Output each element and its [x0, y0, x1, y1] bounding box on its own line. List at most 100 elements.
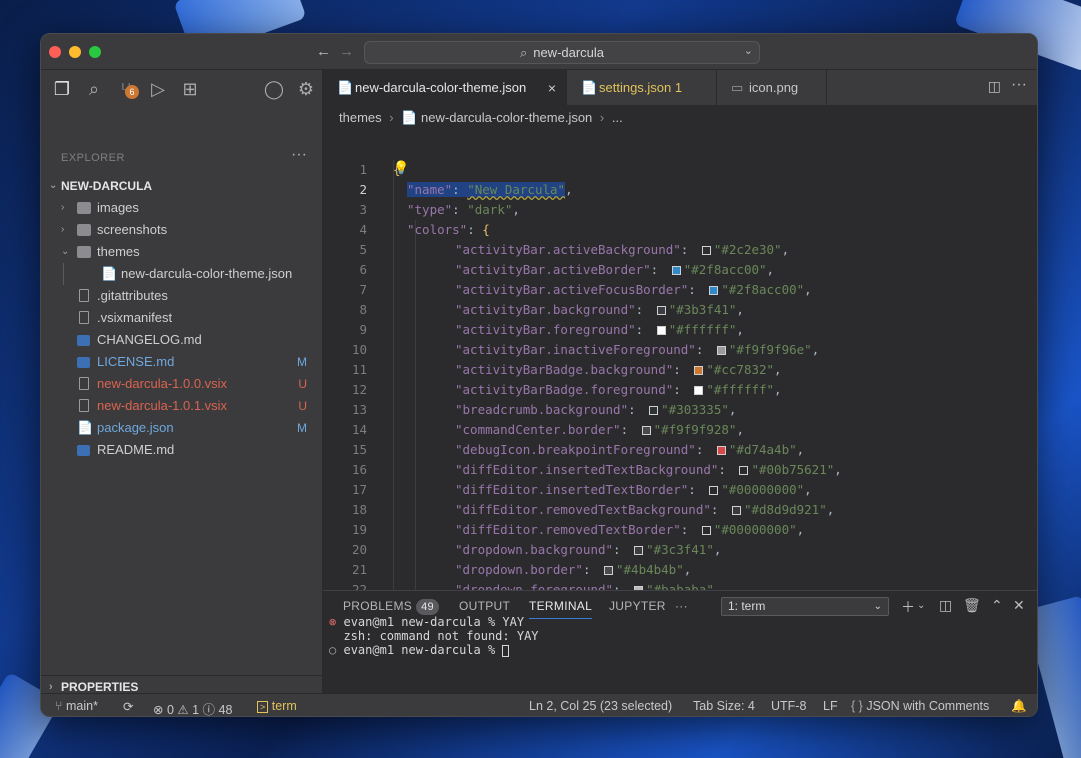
color-swatch[interactable]: [731, 506, 741, 515]
tree-item-vsix-100[interactable]: new-darcula-1.0.0.vsix U: [41, 373, 323, 395]
tree-item-readme[interactable]: README.md: [41, 439, 323, 461]
chevron-right-icon: ›: [61, 224, 65, 235]
properties-section[interactable]: › PROPERTIES: [41, 675, 323, 695]
breadcrumb-file[interactable]: new-darcula-color-theme.json: [421, 110, 592, 125]
color-swatch[interactable]: [709, 486, 719, 495]
tab-icon-png[interactable]: ▭ icon.png: [717, 70, 827, 106]
color-swatch[interactable]: [709, 286, 719, 295]
sync-icon[interactable]: ⟳: [123, 699, 133, 714]
chevron-down-icon: ⌄: [873, 601, 882, 612]
code-editor[interactable]: 1{2 "name": "New Darcula", 3 "type": "dark"…: [323, 160, 1037, 620]
color-swatch[interactable]: [716, 446, 726, 455]
color-swatch[interactable]: [694, 386, 704, 395]
panel-more-icon[interactable]: ···: [675, 599, 688, 613]
add-terminal-icon[interactable]: ＋: [901, 597, 915, 617]
color-swatch[interactable]: [634, 546, 644, 555]
tree-root[interactable]: ⌄ NEW-DARCULA: [41, 175, 323, 197]
extensions-icon[interactable]: ⊞: [179, 78, 201, 100]
terminal-select[interactable]: 1: term ⌄: [721, 597, 889, 616]
chevron-down-icon[interactable]: ⌄: [744, 44, 753, 57]
color-swatch[interactable]: [739, 466, 749, 475]
code-text: "activityBarBadge.background": "#cc7832"…: [455, 362, 782, 377]
color-swatch[interactable]: [604, 566, 613, 575]
tree-item-changelog[interactable]: CHANGELOG.md: [41, 329, 323, 351]
lightbulb-icon[interactable]: 💡: [393, 160, 409, 176]
close-window-button[interactable]: [49, 46, 61, 58]
tab-color-theme-json[interactable]: 📄 new-darcula-color-theme.json ×: [323, 70, 567, 106]
tree-item-color-theme-json[interactable]: 📄 new-darcula-color-theme.json: [41, 263, 323, 285]
chevron-down-icon: ⌄: [49, 180, 58, 191]
tab-size[interactable]: Tab Size: 4: [693, 699, 755, 713]
maximize-window-button[interactable]: [89, 46, 101, 58]
color-swatch[interactable]: [701, 246, 711, 255]
color-swatch[interactable]: [656, 326, 666, 335]
line-number: 9: [359, 322, 367, 337]
breadcrumb: themes › 📄 new-darcula-color-theme.json …: [339, 110, 623, 126]
code-text: "debugIcon.breakpointForeground": "#d74a…: [455, 442, 805, 457]
tree-item-vsix-101[interactable]: new-darcula-1.0.1.vsix U: [41, 395, 323, 417]
branch-status[interactable]: ⑂ main*: [55, 699, 98, 713]
encoding[interactable]: UTF-8: [771, 699, 806, 713]
run-debug-icon[interactable]: ▷: [147, 78, 169, 100]
tree-item-license[interactable]: LICENSE.md M: [41, 351, 323, 373]
code-text: "activityBarBadge.foreground": "#ffffff"…: [455, 382, 782, 397]
json-file-icon: 📄: [77, 420, 94, 435]
color-swatch[interactable]: [649, 406, 659, 415]
color-swatch[interactable]: [671, 266, 681, 275]
tree-item-package-json[interactable]: 📄 package.json M: [41, 417, 323, 439]
error-icon: ⊗: [329, 615, 337, 629]
close-panel-icon[interactable]: ✕: [1013, 597, 1025, 614]
color-swatch[interactable]: [701, 526, 711, 535]
tab-output[interactable]: OUTPUT: [459, 599, 510, 613]
split-editor-icon[interactable]: ◫: [988, 78, 1001, 95]
tree-item-themes[interactable]: ⌄ themes: [41, 241, 323, 263]
tree-item-gitattributes[interactable]: .gitattributes: [41, 285, 323, 307]
bell-icon[interactable]: 🔔: [1011, 699, 1027, 714]
close-icon[interactable]: ×: [548, 70, 556, 106]
forward-arrow-icon[interactable]: →: [339, 43, 354, 60]
breadcrumb-symbol[interactable]: ...: [612, 110, 623, 125]
code-line: 17 "diffEditor.insertedTextBorder": "#000…: [323, 480, 1037, 500]
back-arrow-icon[interactable]: ←: [316, 43, 331, 60]
code-line: 14 "commandCenter.border": "#f9f9f928",: [323, 420, 1037, 440]
tab-jupyter[interactable]: JUPYTER: [609, 599, 666, 613]
tree-item-vsixmanifest[interactable]: .vsixmanifest: [41, 307, 323, 329]
trash-icon[interactable]: 🗑: [963, 597, 981, 614]
git-status-badge: M: [297, 355, 307, 369]
line-number: 4: [359, 222, 367, 237]
terminal-status[interactable]: > term: [257, 699, 297, 713]
explorer-icon[interactable]: ❐: [51, 78, 73, 100]
color-swatch[interactable]: [641, 426, 651, 435]
color-swatch[interactable]: [716, 346, 726, 355]
terminal-output[interactable]: ⊗ evan@m1 new-darcula % YAY zsh: command…: [329, 615, 539, 657]
split-terminal-icon[interactable]: ◫: [939, 597, 952, 614]
problems-status[interactable]: ⊗ 0 ⚠ 1 ⓘ 48: [153, 699, 232, 716]
color-swatch[interactable]: [694, 366, 704, 375]
tab-problems[interactable]: PROBLEMS 49: [343, 599, 439, 615]
search-icon[interactable]: ⌕: [83, 78, 105, 100]
problems-count-badge: 49: [416, 599, 439, 615]
cursor-position[interactable]: Ln 2, Col 25 (23 selected): [529, 699, 672, 713]
line-ending[interactable]: LF: [823, 699, 838, 713]
tab-settings-json[interactable]: 📄 settings.json 1: [567, 70, 717, 106]
markdown-icon: [77, 357, 90, 368]
tree-item-screenshots[interactable]: › screenshots: [41, 219, 323, 241]
tree-item-images[interactable]: › images: [41, 197, 323, 219]
language-mode[interactable]: { } JSON with Comments: [851, 699, 989, 713]
more-actions-icon[interactable]: ···: [291, 146, 307, 164]
code-text: "dropdown.background": "#3c3f41",: [455, 542, 722, 557]
command-center[interactable]: ⌕ new-darcula ⌄: [364, 41, 760, 64]
more-actions-icon[interactable]: ···: [1011, 76, 1027, 94]
json-file-icon: 📄: [337, 80, 354, 95]
maximize-panel-icon[interactable]: ⌃: [991, 597, 1003, 614]
minimize-window-button[interactable]: [69, 46, 81, 58]
git-status-badge: U: [298, 399, 307, 413]
color-swatch[interactable]: [656, 306, 666, 315]
chevron-down-icon[interactable]: ⌄: [917, 600, 925, 611]
line-number: 16: [351, 462, 367, 477]
gear-icon[interactable]: ⚙: [295, 78, 317, 100]
line-number: 10: [351, 342, 367, 357]
account-icon[interactable]: ◯: [263, 78, 285, 100]
breadcrumb-themes[interactable]: themes: [339, 110, 382, 125]
code-line: 10 "activityBar.inactiveForeground": "#f9…: [323, 340, 1037, 360]
